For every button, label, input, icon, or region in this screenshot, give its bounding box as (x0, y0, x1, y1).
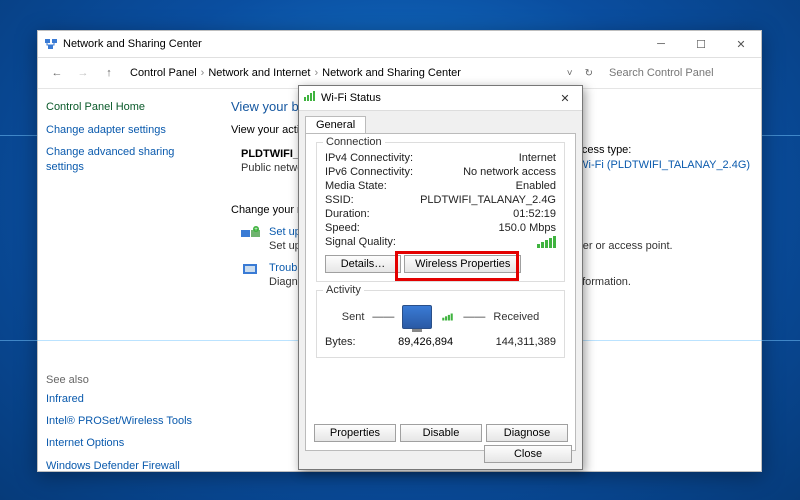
breadcrumb[interactable]: Control Panel› Network and Internet› Net… (124, 67, 467, 79)
kv-val: No network access (463, 166, 556, 178)
desktop-wallpaper: Network and Sharing Center ─ ☐ ✕ ← → ↑ C… (0, 0, 800, 500)
wireless-properties-button[interactable]: Wireless Properties (404, 255, 521, 273)
breadcrumb-item[interactable]: Network and Internet (208, 67, 310, 79)
bytes-sent: 89,426,894 (356, 336, 496, 348)
kv-key: SSID: (325, 194, 354, 206)
nav-forward-button[interactable]: → (72, 62, 94, 84)
signal-bars-icon (443, 314, 454, 321)
signal-bars-icon (537, 236, 556, 248)
wifi-status-dialog: Wi-Fi Status ✕ General Connection IPv4 C… (298, 85, 583, 470)
svg-text:+: + (254, 227, 258, 233)
kv-key: Duration: (325, 208, 370, 220)
properties-button[interactable]: Properties (314, 424, 396, 442)
network-center-icon (44, 37, 58, 51)
minimize-button[interactable]: ─ (641, 31, 681, 57)
window-controls: ─ ☐ ✕ (641, 31, 761, 57)
chevron-down-icon[interactable]: ˅ (567, 68, 573, 79)
seealso-heading: See also (46, 374, 201, 386)
sidebar: Control Panel Home Change adapter settin… (38, 89, 209, 473)
disable-button[interactable]: Disable (400, 424, 482, 442)
seealso-link[interactable]: Internet Options (46, 436, 201, 450)
search-input[interactable]: Search Control Panel (605, 65, 753, 81)
signal-quality-label: Signal Quality: (325, 236, 396, 248)
tab-general[interactable]: General (305, 116, 366, 134)
new-connection-icon: + (241, 226, 261, 242)
kv-val: 01:52:19 (513, 208, 556, 220)
search-placeholder: Search Control Panel (609, 67, 714, 79)
nav-back-button[interactable]: ← (46, 62, 68, 84)
seealso-link[interactable]: Intel® PROSet/Wireless Tools (46, 414, 201, 428)
dialog-title: Wi-Fi Status (321, 92, 381, 104)
seealso-link[interactable]: Windows Defender Firewall (46, 459, 201, 473)
connection-link[interactable]: ▮ Wi-Fi (PLDTWIFI_TALANAY_2.4G) (569, 158, 750, 171)
group-legend: Connection (323, 136, 385, 148)
bytes-label: Bytes: (325, 336, 356, 348)
nav-up-button[interactable]: ↑ (98, 62, 120, 84)
kv-key: Speed: (325, 222, 360, 234)
tab-panel: Connection IPv4 Connectivity: Internet IP… (305, 133, 576, 451)
breadcrumb-item[interactable]: Control Panel (130, 67, 197, 79)
troubleshoot-icon (241, 262, 261, 278)
kv-val: Enabled (516, 180, 556, 192)
kv-key: IPv6 Connectivity: (325, 166, 413, 178)
breadcrumb-controls: ˅ ↻ (567, 68, 601, 79)
kv-val: 150.0 Mbps (499, 222, 556, 234)
kv-key: Media State: (325, 180, 387, 192)
connection-group: Connection IPv4 Connectivity:Internet IP… (316, 142, 565, 282)
close-button[interactable]: ✕ (721, 31, 761, 57)
dialog-close-button[interactable]: ✕ (552, 92, 578, 105)
close-button[interactable]: Close (484, 445, 572, 463)
refresh-icon[interactable]: ↻ (585, 68, 593, 79)
access-column: Access type: ▮ Wi-Fi (PLDTWIFI_TALANAY_2… (569, 144, 750, 171)
sidebar-link-sharing[interactable]: Change advanced sharing settings (46, 145, 201, 174)
bytes-received: 144,311,389 (496, 336, 556, 348)
chevron-right-icon: › (199, 67, 207, 79)
group-legend: Activity (323, 284, 364, 296)
chevron-right-icon: › (312, 67, 320, 79)
wifi-icon (303, 91, 317, 106)
diagnose-button[interactable]: Diagnose (486, 424, 568, 442)
details-button[interactable]: Details… (325, 255, 401, 273)
breadcrumb-item[interactable]: Network and Sharing Center (322, 67, 461, 79)
kv-val: Internet (519, 152, 556, 164)
sidebar-link-adapter[interactable]: Change adapter settings (46, 123, 201, 137)
maximize-button[interactable]: ☐ (681, 31, 721, 57)
dialog-titlebar: Wi-Fi Status ✕ (299, 86, 582, 111)
window-title: Network and Sharing Center (63, 38, 202, 50)
activity-group: Activity Sent —— —— Received Bytes: 89,4… (316, 290, 565, 358)
received-label: Received (493, 311, 539, 323)
kv-key: IPv4 Connectivity: (325, 152, 413, 164)
sent-label: Sent (342, 311, 365, 323)
titlebar: Network and Sharing Center ─ ☐ ✕ (38, 31, 761, 58)
seealso-link[interactable]: Infrared (46, 392, 201, 406)
monitor-icon (402, 305, 432, 329)
sidebar-home-link[interactable]: Control Panel Home (46, 101, 201, 113)
kv-val: PLDTWIFI_TALANAY_2.4G (420, 194, 556, 206)
